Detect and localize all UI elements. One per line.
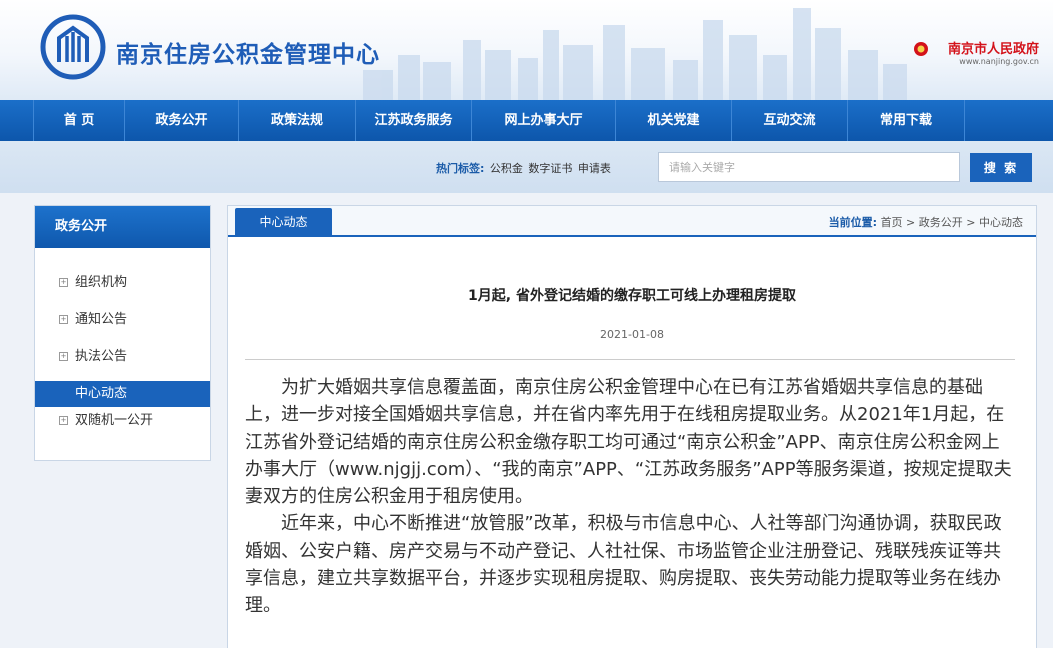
sidebar-item-label: 通知公告	[75, 312, 128, 327]
breadcrumb-gov-affairs[interactable]: 政务公开	[919, 216, 963, 229]
njgjj-logo-icon[interactable]	[40, 14, 106, 80]
article-title: 1月起, 省外登记结婚的缴存职工可线上办理租房提取	[468, 288, 796, 304]
breadcrumb-separator: >	[962, 216, 979, 229]
breadcrumb-home[interactable]: 首页	[881, 216, 903, 229]
sidebar-item-enforcement[interactable]: + 执法公告	[35, 342, 210, 379]
gov-link[interactable]: 南京市人民政府 www.nanjing.gov.cn	[947, 42, 1039, 67]
nav-item-jiangsu-services[interactable]: 江苏政务服务	[356, 100, 472, 141]
nav-item-policies[interactable]: 政策法规	[239, 100, 356, 141]
breadcrumb-center-news[interactable]: 中心动态	[979, 216, 1023, 229]
gov-url: www.nanjing.gov.cn	[959, 57, 1039, 66]
city-skyline-background	[363, 8, 907, 100]
sidebar-title: 政务公开	[35, 206, 210, 248]
article-date: 2021-01-08	[600, 328, 664, 341]
breadcrumb-separator: >	[902, 216, 919, 229]
sidebar-item-label: 中心动态	[75, 386, 128, 401]
nav-item-online-hall[interactable]: 网上办事大厅	[472, 100, 616, 141]
sidebar-list: + 组织机构 + 通知公告 + 执法公告 中心动态 + 双随机一公开	[35, 248, 210, 437]
article-body: 为扩大婚姻共享信息覆盖面，南京住房公积金管理中心在已有江苏省婚姻共享信息的基础上…	[245, 374, 1015, 620]
sidebar-item-label: 双随机一公开	[75, 413, 154, 428]
nav-item-gov-affairs[interactable]: 政务公开	[125, 100, 239, 141]
header: 南京住房公积金管理中心 南京市人民政府 www.nanjing.gov.cn	[0, 0, 1053, 100]
hot-tags: 热门标签: 公积金 数字证书 申请表	[436, 160, 611, 176]
gov-name: 南京市人民政府	[947, 42, 1039, 57]
sidebar-item-double-random[interactable]: + 双随机一公开	[35, 407, 210, 437]
hot-tag-digital-cert[interactable]: 数字证书	[528, 162, 572, 175]
main-content: 中心动态 当前位置: 首页 > 政务公开 > 中心动态 1月起, 省外登记结婚的…	[227, 205, 1037, 648]
plus-square-icon: +	[59, 352, 68, 361]
content-header: 中心动态 当前位置: 首页 > 政务公开 > 中心动态	[228, 206, 1036, 237]
plus-square-icon: +	[59, 416, 68, 425]
gov-emblem-icon	[914, 42, 928, 56]
article-paragraph: 近年来，中心不断推进“放管服”改革，积极与市信息中心、人社等部门沟通协调，获取民…	[245, 513, 1002, 617]
main-nav: 首 页 政务公开 政策法规 江苏政务服务 网上办事大厅 机关党建 互动交流 常用…	[0, 100, 1053, 141]
sidebar-item-label: 组织机构	[75, 275, 128, 290]
nav-item-downloads[interactable]: 常用下载	[848, 100, 965, 141]
article-paragraph: 为扩大婚姻共享信息覆盖面，南京住房公积金管理中心在已有江苏省婚姻共享信息的基础上…	[245, 377, 1012, 508]
divider	[245, 359, 1015, 360]
plus-square-icon: +	[59, 278, 68, 287]
sidebar: 政务公开 + 组织机构 + 通知公告 + 执法公告 中心动态 + 双随机一公开	[34, 205, 211, 461]
sidebar-item-notices[interactable]: + 通知公告	[35, 305, 210, 342]
search-input[interactable]	[658, 152, 960, 182]
search-bar: 热门标签: 公积金 数字证书 申请表 搜 索	[0, 141, 1053, 193]
hot-tag-gjj[interactable]: 公积金	[490, 162, 523, 175]
search-button[interactable]: 搜 索	[970, 153, 1032, 182]
hot-tag-application-form[interactable]: 申请表	[578, 162, 611, 175]
sidebar-item-organization[interactable]: + 组织机构	[35, 268, 210, 305]
site-title[interactable]: 南京住房公积金管理中心	[116, 35, 380, 69]
breadcrumb: 当前位置: 首页 > 政务公开 > 中心动态	[829, 214, 1023, 230]
tab-center-news[interactable]: 中心动态	[235, 208, 332, 237]
nav-item-interaction[interactable]: 互动交流	[732, 100, 848, 141]
hot-tags-label: 热门标签:	[436, 162, 485, 175]
plus-square-icon: +	[59, 315, 68, 324]
nav-item-home[interactable]: 首 页	[34, 100, 125, 141]
nav-item-party-building[interactable]: 机关党建	[616, 100, 732, 141]
sidebar-item-label: 执法公告	[75, 349, 128, 364]
breadcrumb-label: 当前位置:	[828, 216, 878, 229]
sidebar-item-center-news[interactable]: 中心动态	[35, 381, 210, 407]
